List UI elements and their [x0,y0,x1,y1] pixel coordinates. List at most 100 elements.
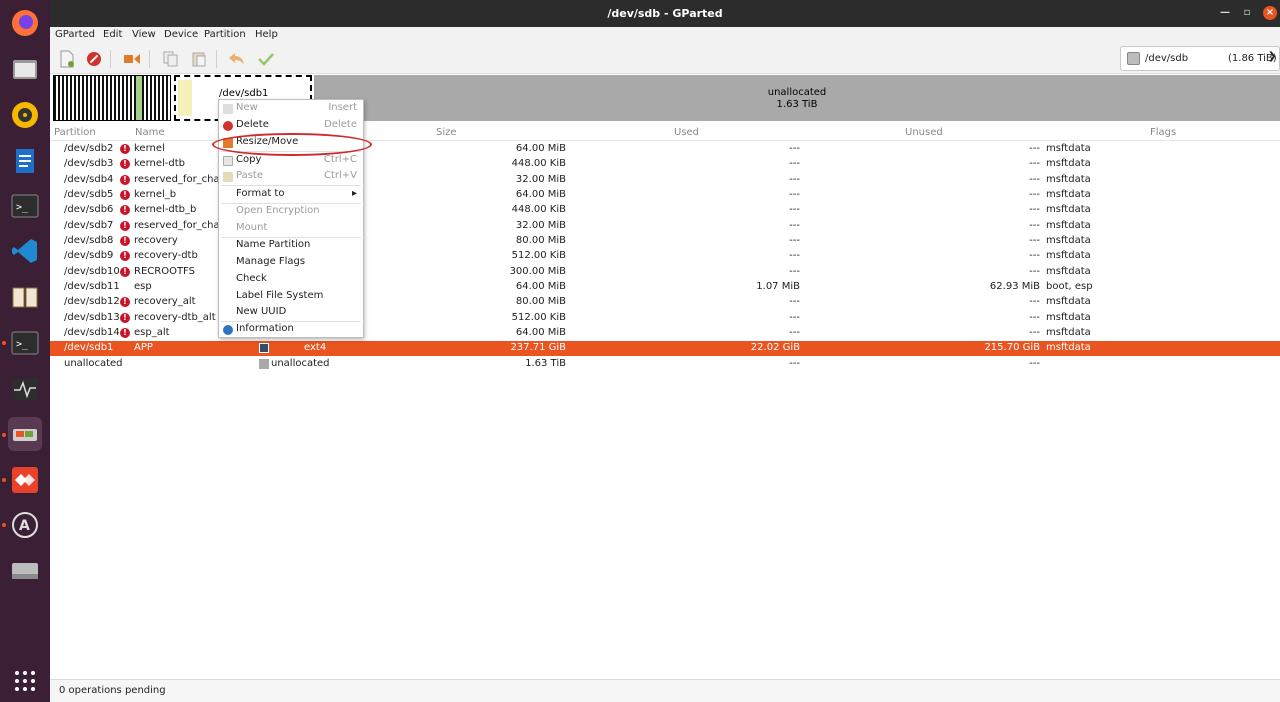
row-name: kernel-dtb_b [134,204,197,215]
menu-bar: GParted Edit View Device Partition Help [50,27,1280,44]
row-size: 448.00 KiB [511,204,566,215]
check-icon [258,53,274,66]
small-partitions-visual[interactable] [53,75,171,121]
column-header-size[interactable]: Size [436,127,457,138]
row-filesystem: unallocated [271,358,330,369]
row-name: recovery-dtb_alt [134,312,216,323]
menu-item-information[interactable]: Information [219,322,363,338]
row-flags: msftdata [1046,143,1091,154]
rhythmbox-icon[interactable] [8,98,42,132]
row-used: 22.02 GiB [750,342,800,353]
terminal-icon[interactable]: >_ [8,189,42,223]
row-unused: --- [1029,220,1040,231]
row-flags: msftdata [1046,220,1091,231]
row-partition: /dev/sdb8 [64,235,114,246]
unallocated-visual[interactable]: unallocated 1.63 TiB [314,75,1280,121]
svg-text:A: A [19,518,30,534]
undo-icon [229,53,244,65]
writer-icon[interactable] [8,144,42,178]
menu-item-new-uuid[interactable]: New UUID [219,305,363,321]
row-name: recovery-dtb [134,250,198,261]
row-partition: /dev/sdb12 [64,296,120,307]
menu-view[interactable]: View [132,29,156,40]
new-partition-button[interactable] [56,49,78,69]
column-header-used[interactable]: Used [674,127,699,138]
terminal2-icon[interactable]: >_ [8,326,42,360]
row-partition: /dev/sdb11 [64,281,120,292]
system-monitor-icon[interactable] [8,372,42,406]
paste-button[interactable] [188,49,210,69]
firefox-icon[interactable] [8,6,42,40]
warning-icon: ! [120,328,130,338]
minimize-icon[interactable]: — [1218,6,1232,20]
row-size: 32.00 MiB [515,220,566,231]
row-name: reserved_for_chain [134,220,229,231]
menu-item-format-to[interactable]: Format to ▸ [219,187,363,203]
copy-button[interactable] [160,49,182,69]
column-header-flags[interactable]: Flags [1150,127,1176,138]
running-indicator [2,478,6,482]
vscode-icon[interactable] [8,234,42,268]
paste-icon [223,172,233,182]
toolbar-separator [149,50,150,68]
table-row[interactable]: unallocated unallocated 1.63 TiB --- --- [50,357,1280,372]
row-partition: /dev/sdb5 [64,189,114,200]
column-header-partition[interactable]: Partition [54,127,96,138]
row-flags: boot, esp [1046,281,1093,292]
unallocated-graph-size: 1.63 TiB [776,99,818,110]
unallocated-swatch [259,359,269,369]
menu-item-mount[interactable]: Mount [219,221,363,237]
device-selector[interactable]: /dev/sdb (1.86 TiB) ❯ [1120,46,1280,71]
menu-item-label-file-system[interactable]: Label File System [219,289,363,305]
menu-partition[interactable]: Partition [204,29,246,40]
row-unused: --- [1029,204,1040,215]
menu-edit[interactable]: Edit [103,29,122,40]
row-partition: /dev/sdb14 [64,327,120,338]
table-row-selected[interactable]: /dev/sdb1 APP ext4 237.71 GiB 22.02 GiB … [50,341,1280,356]
row-partition: /dev/sdb10 [64,266,120,277]
menu-help[interactable]: Help [255,29,278,40]
anydesk-icon[interactable] [8,463,42,497]
row-flags: msftdata [1046,342,1091,353]
row-size: 512.00 KiB [511,250,566,261]
apply-button[interactable] [255,49,277,69]
row-flags: msftdata [1046,158,1091,169]
submenu-arrow-icon: ▸ [351,188,357,199]
undo-button[interactable] [226,49,248,69]
menu-item-delete[interactable]: Delete Delete [219,118,363,134]
row-used: --- [789,266,800,277]
menu-gparted[interactable]: GParted [55,29,95,40]
sdb1-graph-label: /dev/sdb1 [219,88,269,99]
row-name: RECROOTFS [134,266,195,277]
menu-item-open-encryption[interactable]: Open Encryption [219,204,363,220]
row-name: recovery [134,235,178,246]
row-unused: --- [1029,174,1040,185]
menu-item-new[interactable]: New Insert [219,101,363,117]
files-icon[interactable] [8,52,42,86]
row-size: 64.00 MiB [515,143,566,154]
row-name: esp [134,281,152,292]
harddisk-icon [1127,52,1140,65]
maximize-icon[interactable]: ▫ [1240,6,1254,20]
menu-item-manage-flags[interactable]: Manage Flags [219,255,363,271]
menu-item-paste[interactable]: Paste Ctrl+V [219,169,363,185]
row-used: --- [789,296,800,307]
menu-item-check[interactable]: Check [219,272,363,288]
running-indicator [2,433,6,437]
drive-icon[interactable] [8,553,42,587]
row-unused: --- [1029,143,1040,154]
menu-item-name-partition[interactable]: Name Partition [219,238,363,254]
resize-move-button[interactable] [121,49,143,69]
gparted-dock-icon[interactable] [8,417,42,451]
row-name: esp_alt [134,327,170,338]
software-icon[interactable]: A [8,508,42,542]
delete-partition-button[interactable] [83,49,105,69]
column-header-unused[interactable]: Unused [905,127,943,138]
book-reader-icon[interactable] [8,280,42,314]
menu-device[interactable]: Device [164,29,198,40]
close-icon[interactable]: × [1263,6,1277,20]
row-unused: --- [1029,296,1040,307]
app-grid-icon[interactable] [8,664,42,698]
row-unused: 62.93 MiB [989,281,1040,292]
column-header-name[interactable]: Name [135,127,165,138]
